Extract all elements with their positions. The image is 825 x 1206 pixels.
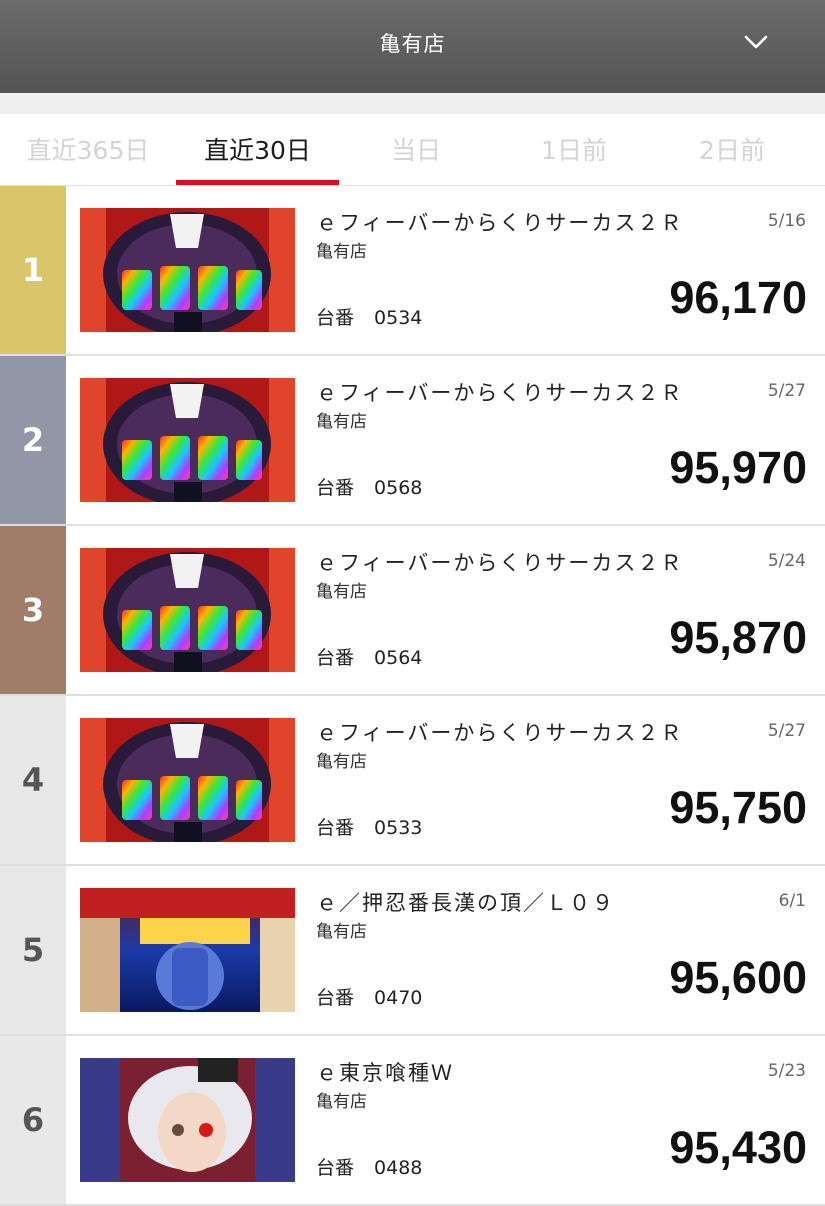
store-name: 亀有店: [316, 1092, 367, 1112]
machine-thumbnail: [80, 1058, 295, 1182]
machine-number-value: 0564: [374, 647, 423, 669]
tab-last-30-days[interactable]: 直近30日: [176, 134, 339, 168]
store-name: 亀有店: [316, 242, 367, 262]
ranking-row[interactable]: 1 ｅフィーバーからくりサーカス２Ｒ 亀有店 5/16 台番 0534 96,170: [0, 186, 825, 356]
period-tabs: 直近365日 直近30日 当日 1日前 2日前: [0, 114, 825, 186]
store-name: 亀有店: [316, 752, 367, 772]
ranking-row[interactable]: 4 ｅフィーバーからくりサーカス２Ｒ 亀有店 5/27 台番 0533 95,750: [0, 696, 825, 866]
active-tab-indicator: [176, 180, 339, 185]
payout-value: 95,870: [669, 612, 807, 663]
tab-last-365-days[interactable]: 直近365日: [18, 134, 158, 168]
rank-number: 5: [0, 866, 66, 1034]
machine-title: ｅ東京喰種Ｗ: [316, 1061, 454, 1085]
rank-number: 3: [0, 526, 66, 694]
machine-number-label: 台番: [316, 647, 355, 669]
payout-value: 95,750: [669, 782, 807, 833]
machine-number: 台番 0568: [316, 476, 422, 500]
machine-number: 台番 0470: [316, 986, 422, 1010]
rank-number: 6: [0, 1036, 66, 1204]
store-name: 亀有店: [316, 412, 367, 432]
machine-number: 台番 0534: [316, 306, 422, 330]
record-date: 6/1: [778, 891, 806, 911]
machine-number: 台番 0564: [316, 646, 422, 670]
chevron-down-icon[interactable]: [743, 29, 769, 55]
machine-title: ｅフィーバーからくりサーカス２Ｒ: [316, 551, 684, 575]
machine-title: ｅフィーバーからくりサーカス２Ｒ: [316, 381, 684, 405]
machine-number-value: 0533: [374, 817, 423, 839]
ranking-row[interactable]: 2 ｅフィーバーからくりサーカス２Ｒ 亀有店 5/27 台番 0568 95,970: [0, 356, 825, 526]
payout-value: 96,170: [669, 272, 807, 323]
store-name: 亀有店: [316, 582, 367, 602]
machine-title: ｅフィーバーからくりサーカス２Ｒ: [316, 721, 684, 745]
payout-value: 95,430: [669, 1122, 807, 1173]
machine-number-label: 台番: [316, 987, 355, 1009]
ranking-row[interactable]: 5 ｅ／押忍番長漢の頂／Ｌ０９ 亀有店 6/1 台番 0470 95,600: [0, 866, 825, 1036]
record-date: 5/23: [767, 1061, 806, 1081]
ranking-row[interactable]: 3 ｅフィーバーからくりサーカス２Ｒ 亀有店 5/24 台番 0564 95,870: [0, 526, 825, 696]
machine-number-label: 台番: [316, 1157, 355, 1179]
app-header: 亀有店: [0, 0, 825, 93]
tab-today[interactable]: 当日: [366, 134, 466, 168]
machine-thumbnail: [80, 208, 295, 332]
machine-thumbnail: [80, 888, 295, 1012]
payout-value: 95,600: [669, 952, 807, 1003]
tab-2-days-ago[interactable]: 2日前: [674, 134, 790, 168]
rank-number: 4: [0, 696, 66, 864]
machine-thumbnail: [80, 718, 295, 842]
rank-number: 1: [0, 186, 66, 354]
payout-value: 95,970: [669, 442, 807, 493]
store-title: 亀有店: [379, 32, 446, 56]
machine-number-value: 0488: [374, 1157, 423, 1179]
ranking-row[interactable]: 6 ｅ東京喰種Ｗ 亀有店 5/23 台番 0488 95,430: [0, 1036, 825, 1206]
machine-number-label: 台番: [316, 817, 355, 839]
machine-number: 台番 0488: [316, 1156, 422, 1180]
machine-number-value: 0568: [374, 477, 423, 499]
machine-number-label: 台番: [316, 477, 355, 499]
machine-number: 台番 0533: [316, 816, 422, 840]
machine-number-value: 0470: [374, 987, 423, 1009]
machine-title: ｅ／押忍番長漢の頂／Ｌ０９: [316, 891, 615, 915]
store-name: 亀有店: [316, 922, 367, 942]
header-spacer: [0, 93, 825, 114]
machine-thumbnail: [80, 548, 295, 672]
record-date: 5/24: [767, 551, 806, 571]
machine-number-label: 台番: [316, 307, 355, 329]
machine-thumbnail: [80, 378, 295, 502]
record-date: 5/16: [767, 211, 806, 231]
ranking-list: 1 ｅフィーバーからくりサーカス２Ｒ 亀有店 5/16 台番 0534 96,170 2 ｅフィ…: [0, 186, 825, 1206]
machine-title: ｅフィーバーからくりサーカス２Ｒ: [316, 211, 684, 235]
rank-number: 2: [0, 356, 66, 524]
machine-number-value: 0534: [374, 307, 423, 329]
record-date: 5/27: [767, 381, 806, 401]
tab-1-day-ago[interactable]: 1日前: [516, 134, 632, 168]
record-date: 5/27: [767, 721, 806, 741]
